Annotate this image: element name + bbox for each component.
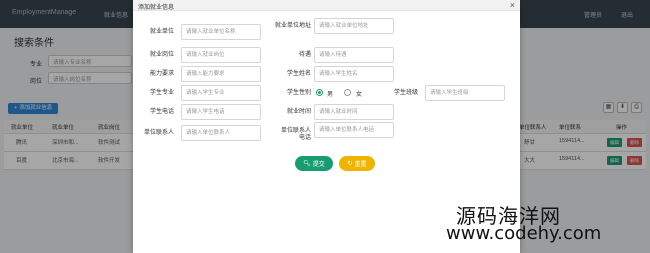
search-icon: 🔍︎ — [303, 161, 311, 167]
input-class[interactable]: 请输入学生班级 — [425, 85, 505, 101]
label-ability: 能力要求 — [149, 71, 174, 77]
input-phone[interactable]: 请输入学生电话 — [181, 104, 261, 120]
close-icon[interactable]: × — [510, 0, 515, 10]
input-major[interactable]: 请输入学生专业 — [181, 85, 261, 101]
radio-gender-male[interactable] — [316, 89, 323, 96]
input-unit-address[interactable]: 请输入就业单位地址 — [314, 18, 394, 34]
radio-gender-female[interactable] — [344, 89, 351, 96]
label-major: 学生专业 — [149, 90, 174, 96]
label-employment-time: 就业时间 — [286, 109, 311, 115]
submit-button[interactable]: 🔍︎ 提交 — [295, 156, 333, 171]
label-phone: 学生电话 — [149, 109, 174, 115]
input-job[interactable]: 请输入就业岗位 — [181, 47, 261, 63]
modal-header: 添加就业信息 × — [133, 0, 520, 11]
refresh-icon: ↻ — [347, 161, 353, 167]
label-treatment: 待遇 — [298, 52, 311, 58]
input-treatment[interactable]: 请输入待遇 — [314, 47, 394, 63]
radio-label-female: 女 — [356, 92, 363, 98]
modal-title: 添加就业信息 — [138, 5, 175, 11]
label-gender: 学生性别 — [286, 90, 311, 96]
input-contact[interactable]: 请输入单位联系人 — [181, 125, 261, 141]
radio-label-male: 男 — [327, 92, 334, 98]
label-student-name: 学生姓名 — [286, 71, 311, 77]
label-unit: 就业单位 — [149, 29, 174, 35]
input-ability[interactable]: 请输入能力要求 — [181, 66, 261, 82]
label-class: 学生班级 — [393, 90, 418, 96]
watermark-url: www.codehy.com — [446, 223, 602, 244]
reset-label: 重置 — [354, 162, 367, 168]
label-unit-address: 就业单位地址 — [275, 23, 312, 29]
submit-label: 提交 — [312, 162, 325, 168]
label-job: 就业岗位 — [149, 52, 174, 58]
input-contact-phone[interactable]: 请输入单位联系人电话 — [314, 122, 394, 138]
input-employment-time[interactable]: 请输入就业时间 — [314, 104, 394, 120]
input-student-name[interactable]: 请输入学生姓名 — [314, 66, 394, 82]
input-unit[interactable]: 请输入就业单位名称 — [181, 24, 261, 40]
label-contact-phone: 单位联系人电话 — [280, 128, 311, 141]
label-contact: 单位联系人 — [143, 130, 174, 136]
reset-button[interactable]: ↻ 重置 — [339, 156, 375, 171]
